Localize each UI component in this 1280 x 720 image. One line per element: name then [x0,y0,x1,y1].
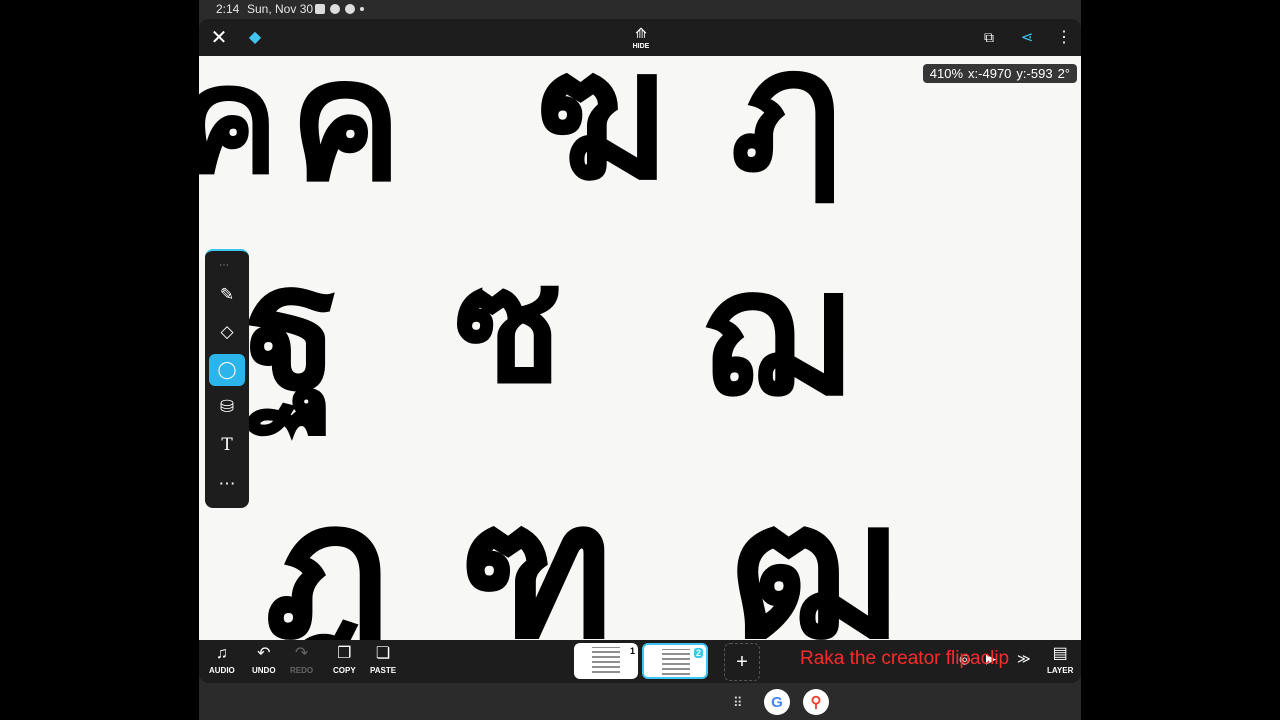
canvas-info-badge: 410% x:-4970 y:-593 2° [922,64,1077,83]
lasso-icon: ◯ [217,360,237,379]
maps-icon[interactable]: ⚲ [803,689,829,715]
more-tools[interactable]: ⋯ [209,468,245,500]
drawing-canvas[interactable]: ค ค ฆ ฦ ฐ ซ ฌ ฎ ฑ ฒ 410% x:-4970 y:-593 … [199,56,1081,640]
fit-screen-icon[interactable]: ⧉ [978,26,1000,48]
redo-icon: ↷ [294,645,309,662]
layer-label: LAYER [1047,666,1074,675]
lasso-tool[interactable]: ◯ [209,354,245,386]
paste-icon: ❏ [375,645,391,662]
status-time: 2:14 [216,2,240,16]
hide-button[interactable]: ⟰ HIDE [619,22,663,54]
status-icons [315,4,364,14]
frame-thumbnail-selected[interactable]: 2 [642,643,708,679]
device-screen: 2:14 Sun, Nov 30 ✕ ◆ ⟰ HIDE ⧉ ⋖ ⋮ ค ค ฆ … [199,0,1081,720]
bottom-toolbar: ♫ AUDIO ↶ UNDO ↷ REDO ❐ COPY ❏ PASTE 1 2… [199,640,1081,683]
fan-icon [345,4,355,14]
canvas-glyph: ฐ [244,227,341,430]
redo-button[interactable]: ↷ REDO [290,645,313,675]
copy-label: COPY [333,666,356,675]
tool-palette: ⋯ ✎ ◇ ◯ ⛁ T ⋯ [205,249,249,508]
google-icon[interactable]: G [764,689,790,715]
brush-icon: ✎ [219,285,235,304]
app-drawer-icon[interactable]: ⠿ [733,695,743,711]
fill-bucket-icon: ⛁ [219,397,235,416]
watermark-text: Raka the creator flipaclip [800,648,1010,669]
canvas-glyph: ค [199,56,280,208]
audio-label: AUDIO [209,666,235,675]
hide-icon: ⟰ [635,25,647,41]
undo-icon: ↶ [257,645,271,662]
frame-number: 2 [693,648,703,658]
hide-label: HIDE [632,43,650,50]
more-tools-icon: ⋯ [218,474,236,493]
undo-button[interactable]: ↶ UNDO [252,645,276,675]
frame-preview [592,647,620,673]
top-toolbar: ✕ ◆ ⟰ HIDE ⧉ ⋖ ⋮ [199,19,1081,56]
settings-icon [330,4,340,14]
audio-button[interactable]: ♫ AUDIO [209,645,235,675]
canvas-glyph: ฦ [729,56,842,210]
drag-handle-icon[interactable]: ⋯ [219,260,230,271]
close-icon[interactable]: ✕ [207,25,231,49]
share-icon[interactable]: ⋖ [1016,26,1038,48]
frame-number: 1 [629,646,635,656]
canvas-rotation: 2° [1057,66,1070,81]
layers-icon: ▤ [1052,645,1068,662]
canvas-glyph: ฎ [264,460,392,641]
copy-button[interactable]: ❐ COPY [333,645,356,675]
dot-icon [360,7,364,11]
canvas-x: x:-4970 [968,66,1012,81]
eraser-tool[interactable]: ◇ [209,316,245,348]
paste-button[interactable]: ❏ PASTE [370,645,396,675]
canvas-glyph: ซ [454,232,563,419]
copy-icon: ❐ [337,645,352,662]
eraser-icon: ◇ [220,322,234,341]
canvas-glyph: ฑ [459,460,617,641]
fast-forward-icon[interactable]: ≫ [1017,651,1031,667]
text-icon: T [221,435,233,455]
canvas-glyph: ฒ [729,460,901,641]
brush-tool[interactable]: ✎ [209,279,245,311]
canvas-glyph: ฆ [534,56,668,220]
redo-label: REDO [290,666,314,675]
paste-label: PASTE [370,666,397,675]
canvas-glyph: ค [289,56,403,220]
add-frame-button[interactable]: + [724,643,760,681]
frame-preview [662,649,690,675]
status-bar: 2:14 Sun, Nov 30 [199,0,1081,19]
zoom-level: 410% [929,66,964,81]
canvas-glyph: ฌ [699,232,849,435]
undo-label: UNDO [252,666,276,675]
gem-icon[interactable]: ◆ [243,25,267,49]
notification-icon [315,4,325,14]
music-note-icon: ♫ [215,645,228,662]
text-tool[interactable]: T [209,429,245,461]
frame-thumbnail[interactable]: 1 [574,643,638,679]
more-icon[interactable]: ⋮ [1053,26,1075,48]
layer-button[interactable]: ▤ LAYER [1047,645,1073,675]
taskbar-dock: ⠿ G ⚲ [199,683,1081,720]
canvas-y: y:-593 [1016,66,1053,81]
fill-tool[interactable]: ⛁ [209,391,245,423]
status-date: Sun, Nov 30 [247,2,314,16]
